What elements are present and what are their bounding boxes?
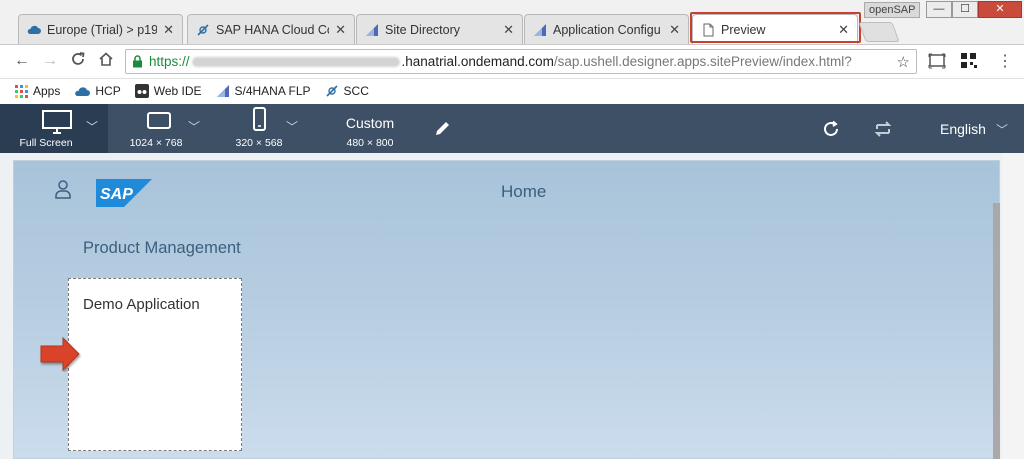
- address-bar[interactable]: https:// .hanatrial.ondemand.com /sap.us…: [125, 49, 917, 74]
- device-full-screen[interactable]: ﹀ Full Screen: [0, 104, 108, 153]
- url-path: /sap.ushell.designer.apps.sitePreview/in…: [553, 54, 852, 69]
- device-label: Full Screen: [19, 137, 73, 149]
- reload-icon: [72, 52, 85, 65]
- tab-title: Europe (Trial) > p19: [47, 22, 158, 37]
- bookmark-label: S/4HANA FLP: [234, 84, 311, 98]
- rotate-icon[interactable]: [874, 121, 892, 137]
- device-phone[interactable]: ﹀ 320 × 568: [214, 104, 314, 153]
- webide-icon: [134, 84, 149, 98]
- monitor-icon: [42, 110, 72, 134]
- device-label: 480 × 800: [346, 137, 394, 149]
- url-host: .hanatrial.ondemand.com: [401, 54, 554, 69]
- bookmark-s4hana-flp[interactable]: S/4HANA FLP: [216, 84, 311, 98]
- edit-pencil-icon[interactable]: [434, 119, 452, 137]
- refresh-icon[interactable]: [822, 120, 840, 138]
- tab-application-config[interactable]: Application Configu ✕: [524, 14, 689, 44]
- tab-close-icon[interactable]: ✕: [669, 22, 680, 38]
- home-icon: [99, 52, 113, 66]
- bookmarks-bar: Apps HCP Web IDE S/4HANA FLP SCC: [0, 79, 1024, 103]
- tab-close-icon[interactable]: ✕: [335, 22, 346, 38]
- site-icon: [534, 23, 546, 36]
- device-label: 1024 × 768: [129, 137, 183, 149]
- profile-badge[interactable]: openSAP: [864, 2, 921, 18]
- reload-button[interactable]: [68, 51, 88, 71]
- site-icon: [216, 85, 229, 97]
- new-tab-button[interactable]: [858, 22, 900, 42]
- satellite-icon: [197, 23, 209, 36]
- chevron-down-icon[interactable]: ﹀: [188, 118, 200, 135]
- qr-code-icon[interactable]: [960, 52, 977, 69]
- back-button[interactable]: ←: [12, 51, 32, 71]
- bookmark-label: Apps: [33, 84, 61, 98]
- page-title: Home: [501, 182, 547, 201]
- chevron-down-icon[interactable]: ﹀: [86, 118, 98, 135]
- url-scheme: https://: [149, 54, 190, 69]
- bookmark-label: HCP: [95, 84, 121, 98]
- device-custom[interactable]: Custom 480 × 800: [330, 104, 410, 153]
- tab-title: SAP HANA Cloud Co: [216, 22, 330, 37]
- tab-title: Application Configu: [553, 22, 661, 37]
- cast-icon[interactable]: [928, 53, 946, 69]
- preview-toolbar: ﹀ Full Screen ﹀ 1024 × 768 ﹀ 320 × 568 C…: [0, 104, 1024, 153]
- bookmark-web-ide[interactable]: Web IDE: [134, 84, 202, 98]
- lock-icon: [133, 55, 142, 68]
- group-title: Product Management: [83, 239, 241, 257]
- bookmark-scc[interactable]: SCC: [325, 84, 369, 98]
- language-selector[interactable]: English: [940, 121, 986, 137]
- tile-title: Demo Application: [83, 296, 200, 313]
- sap-logo-text: SAP: [100, 186, 133, 203]
- chevron-down-icon[interactable]: ﹀: [996, 121, 1008, 138]
- custom-title: Custom: [345, 115, 395, 131]
- bookmark-hcp[interactable]: HCP: [74, 84, 121, 98]
- minimize-button[interactable]: —: [926, 1, 952, 18]
- sap-logo: SAP: [96, 179, 152, 207]
- bookmark-apps[interactable]: Apps: [15, 84, 60, 98]
- phone-icon: [253, 107, 266, 131]
- tablet-icon: [147, 112, 171, 129]
- tab-hana-cloud[interactable]: SAP HANA Cloud Co ✕: [187, 14, 355, 44]
- home-button[interactable]: [96, 51, 116, 71]
- cloud-icon: [75, 87, 91, 96]
- device-tablet[interactable]: ﹀ 1024 × 768: [108, 104, 214, 153]
- tab-europe-trial[interactable]: Europe (Trial) > p19 ✕: [18, 14, 183, 44]
- scrollbar-thumb[interactable]: [993, 203, 1000, 459]
- browser-toolbar: ← → https:// .hanatrial.ondemand.com /sa…: [0, 45, 1024, 79]
- window-close-button[interactable]: ✕: [978, 1, 1022, 18]
- tab-close-icon[interactable]: ✕: [163, 22, 174, 38]
- chevron-down-icon[interactable]: ﹀: [286, 118, 298, 135]
- browser-tab-strip: openSAP — ☐ ✕ Europe (Trial) > p19 ✕ SAP…: [0, 0, 1024, 45]
- user-icon[interactable]: [54, 179, 72, 199]
- preview-canvas: SAP Home Product Management Demo Applica…: [0, 153, 1024, 459]
- tab-close-icon[interactable]: ✕: [503, 22, 514, 38]
- app-tile[interactable]: Demo Application: [68, 278, 242, 451]
- tab-title: Site Directory: [385, 22, 461, 37]
- satellite-icon: [325, 85, 338, 97]
- apps-grid-icon: [15, 84, 28, 98]
- forward-button[interactable]: →: [40, 51, 60, 71]
- launchpad-frame: SAP Home Product Management Demo Applica…: [13, 160, 1000, 459]
- scrollbar-track[interactable]: [1002, 153, 1024, 459]
- maximize-button[interactable]: ☐: [952, 1, 978, 18]
- bookmark-star-icon[interactable]: ☆: [897, 53, 910, 71]
- bookmark-label: Web IDE: [153, 84, 202, 98]
- menu-kebab-icon[interactable]: ⋮: [997, 51, 1013, 71]
- tab-site-directory[interactable]: Site Directory ✕: [356, 14, 523, 44]
- arrow-pointer-icon: [40, 336, 80, 372]
- device-label: 320 × 568: [235, 137, 283, 149]
- url-redacted: [191, 56, 400, 67]
- site-icon: [366, 23, 378, 36]
- cloud-icon: [27, 25, 41, 34]
- bookmark-label: SCC: [343, 84, 369, 98]
- highlight-annotation: [690, 12, 861, 43]
